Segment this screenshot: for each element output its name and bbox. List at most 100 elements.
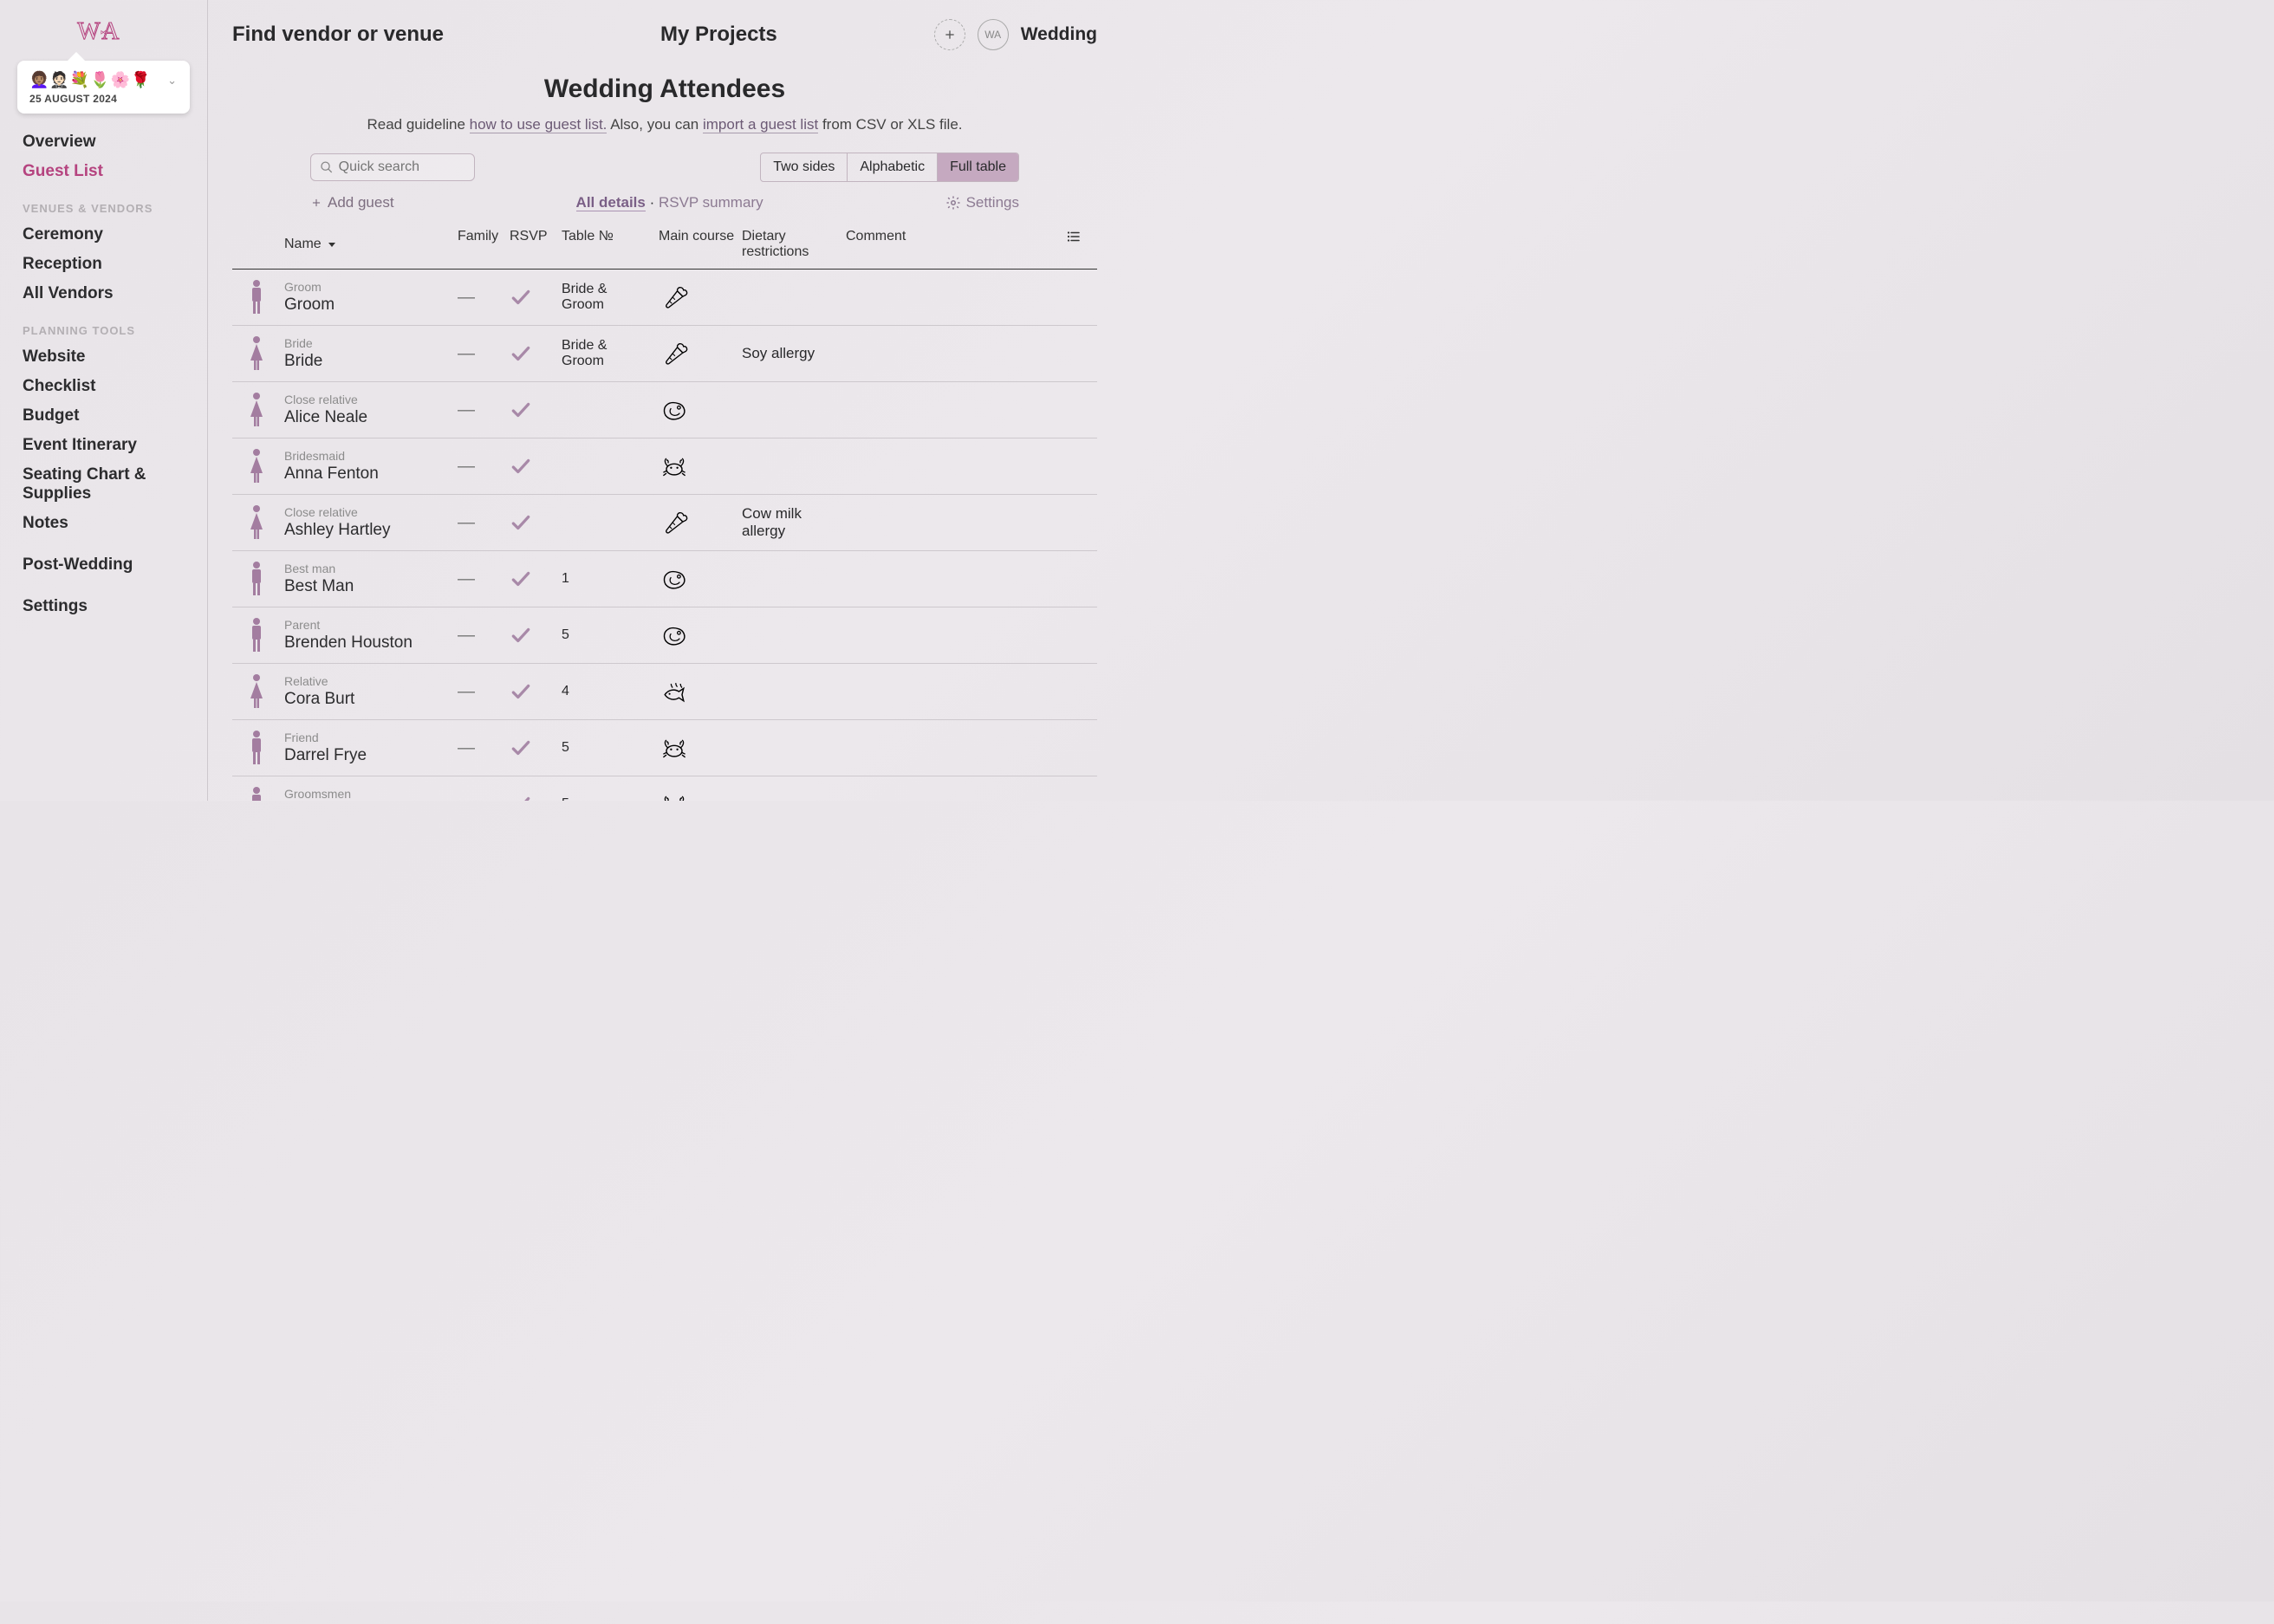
- guest-rsvp: [506, 270, 558, 326]
- guest-name-cell[interactable]: RelativeCora Burt: [281, 664, 454, 720]
- search-box[interactable]: [310, 153, 475, 181]
- sidebar-item-checklist[interactable]: Checklist: [23, 372, 185, 401]
- add-guest-button[interactable]: Add guest: [310, 194, 394, 211]
- guest-name-cell[interactable]: Best manBest Man: [281, 551, 454, 607]
- check-icon: [510, 399, 532, 421]
- col-header-dietary[interactable]: Dietary restrictions: [738, 220, 842, 270]
- brand-logo[interactable]: WA⋈: [0, 9, 207, 61]
- guest-dietary: [738, 607, 842, 664]
- sidebar-header-tools: PLANNING TOOLS: [23, 324, 185, 337]
- col-header-table[interactable]: Table №: [558, 220, 655, 270]
- table-settings-button[interactable]: Settings: [945, 194, 1019, 211]
- crab-icon: [659, 732, 690, 763]
- guest-dietary: [738, 551, 842, 607]
- guest-name-cell[interactable]: Close relativeAlice Neale: [281, 382, 454, 438]
- chevron-down-icon[interactable]: ⌄: [167, 74, 178, 88]
- column-chooser-button[interactable]: [1062, 220, 1097, 270]
- guest-name-cell[interactable]: BridesmaidAnna Fenton: [281, 438, 454, 495]
- tab-alphabetic[interactable]: Alphabetic: [848, 153, 938, 181]
- guest-name-cell[interactable]: FriendDarrel Frye: [281, 720, 454, 776]
- guest-rsvp: [506, 495, 558, 551]
- guest-table-number: Bride & Groom: [558, 326, 655, 382]
- guest-role: Bride: [284, 336, 313, 350]
- guest-main-course: [655, 438, 738, 495]
- guest-row-end: [1062, 438, 1097, 495]
- guest-role: Close relative: [284, 505, 358, 519]
- guest-family: —: [454, 495, 506, 551]
- col-header-name[interactable]: Name: [281, 220, 454, 270]
- crab-icon: [659, 451, 690, 482]
- sidebar-item-notes[interactable]: Notes: [23, 509, 185, 538]
- guest-dietary: [738, 664, 842, 720]
- search-input[interactable]: [339, 159, 465, 175]
- carrot-icon: [659, 338, 690, 369]
- guest-table-number: [558, 495, 655, 551]
- female-icon: [246, 391, 267, 429]
- project-emojis: 👩🏽‍🦱🤵🏻💐🌷🌸🌹: [29, 71, 151, 89]
- sidebar-item-ceremony[interactable]: Ceremony: [23, 220, 185, 250]
- col-header-rsvp[interactable]: RSVP: [506, 220, 558, 270]
- sort-icon: [327, 239, 337, 250]
- male-icon: [246, 729, 267, 767]
- male-icon: [246, 616, 267, 654]
- guest-main-course: [655, 776, 738, 801]
- link-import[interactable]: import a guest list: [703, 116, 818, 133]
- guest-gender-icon: [232, 270, 281, 326]
- female-icon: [246, 503, 267, 542]
- sidebar-item-overview[interactable]: Overview: [23, 127, 185, 157]
- add-project-button[interactable]: [934, 19, 965, 50]
- check-icon: [510, 624, 532, 646]
- col-header-comment[interactable]: Comment: [842, 220, 1062, 270]
- guest-name-cell[interactable]: GroomGroom: [281, 270, 454, 326]
- guest-name-cell[interactable]: BrideBride: [281, 326, 454, 382]
- col-header-main-course[interactable]: Main course: [655, 220, 738, 270]
- guest-main-course: [655, 664, 738, 720]
- fish-icon: [659, 676, 690, 707]
- check-icon: [510, 737, 532, 759]
- carrot-icon: [659, 507, 690, 538]
- guest-family: —: [454, 776, 506, 801]
- search-icon: [320, 159, 334, 175]
- guest-main-course: [655, 495, 738, 551]
- guest-rsvp: [506, 438, 558, 495]
- topbar: Find vendor or venue My Projects WA Wedd…: [232, 9, 1097, 69]
- sidebar-item-guest-list[interactable]: Guest List: [23, 157, 185, 186]
- nav-find-vendor[interactable]: Find vendor or venue: [232, 23, 444, 47]
- guest-name-cell[interactable]: GroomsmenGregor Benitez: [281, 776, 454, 801]
- link-all-details[interactable]: All details: [576, 194, 646, 211]
- guest-name: Brenden Houston: [284, 633, 413, 653]
- nav-my-projects[interactable]: My Projects: [660, 23, 777, 47]
- guest-rsvp: [506, 326, 558, 382]
- sidebar-item-all-vendors[interactable]: All Vendors: [23, 279, 185, 309]
- col-header-family[interactable]: Family: [454, 220, 506, 270]
- sidebar-header-venues: VENUES & VENDORS: [23, 202, 185, 215]
- sidebar-item-reception[interactable]: Reception: [23, 250, 185, 279]
- guest-role: Groom: [284, 280, 322, 294]
- sidebar-item-post-wedding[interactable]: Post-Wedding: [23, 550, 185, 580]
- carrot-icon: [659, 282, 690, 313]
- guest-table-number: 1: [558, 551, 655, 607]
- sidebar-item-website[interactable]: Website: [23, 342, 185, 372]
- sidebar-item-budget[interactable]: Budget: [23, 401, 185, 431]
- tab-two-sides[interactable]: Two sides: [761, 153, 848, 181]
- guest-family: —: [454, 664, 506, 720]
- current-project-name[interactable]: Wedding: [1021, 24, 1097, 45]
- guest-row-end: [1062, 607, 1097, 664]
- guest-role: Parent: [284, 618, 320, 632]
- tab-full-table[interactable]: Full table: [938, 153, 1018, 181]
- guest-name-cell[interactable]: ParentBrenden Houston: [281, 607, 454, 664]
- guest-table-number: 5: [558, 776, 655, 801]
- sidebar-item-itinerary[interactable]: Event Itinerary: [23, 431, 185, 460]
- project-card[interactable]: 👩🏽‍🦱🤵🏻💐🌷🌸🌹 ⌄ 25 AUGUST 2024: [17, 61, 190, 114]
- project-avatar[interactable]: WA: [978, 19, 1009, 50]
- link-rsvp-summary[interactable]: RSVP summary: [659, 194, 763, 211]
- guest-row-end: [1062, 495, 1097, 551]
- guest-role: Close relative: [284, 393, 358, 406]
- guest-comment: [842, 495, 1062, 551]
- guest-main-course: [655, 607, 738, 664]
- sidebar-item-seating[interactable]: Seating Chart & Supplies: [23, 460, 185, 509]
- guest-name-cell[interactable]: Close relativeAshley Hartley: [281, 495, 454, 551]
- link-guideline[interactable]: how to use guest list.: [470, 116, 607, 133]
- sidebar-item-settings[interactable]: Settings: [23, 592, 185, 621]
- guest-table-number: 4: [558, 664, 655, 720]
